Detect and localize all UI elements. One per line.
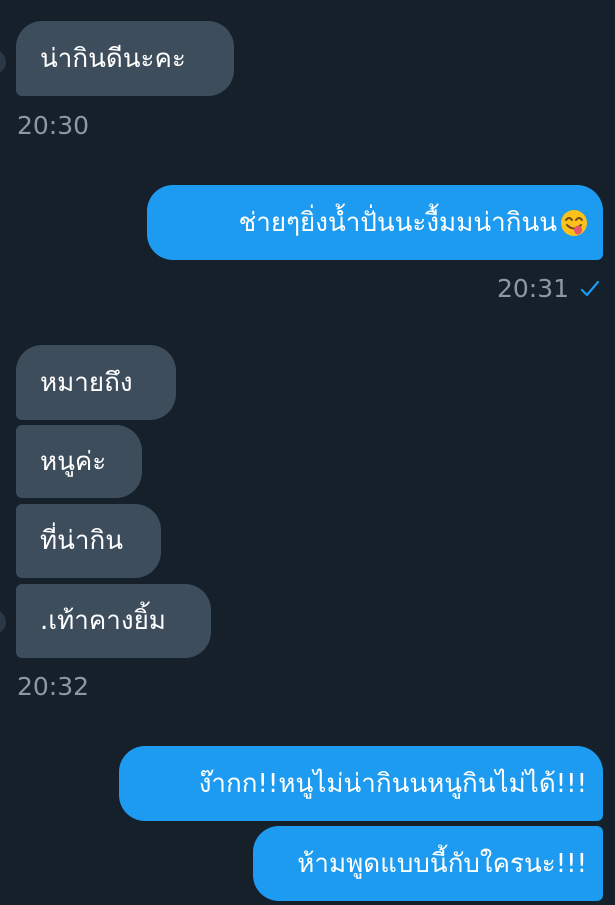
message-timestamp: 20:32 [17,672,90,701]
message-text: ช่ายๆยิ่งน้ำปั่นนะงื้มมน่ากินน [238,207,557,238]
message-text: หมายถึง [40,367,133,398]
message-text: หนูค่ะ [40,446,107,477]
message-text: น่ากินดีนะคะ [40,43,186,74]
incoming-message[interactable]: น่ากินดีนะคะ [16,21,234,96]
incoming-message[interactable]: หมายถึง [16,345,176,420]
outgoing-message[interactable]: ง๊ากก!!หนูไม่น่ากินนหนูกินไม่ได้!!! [119,746,603,821]
message-timestamp: 20:30 [17,111,90,140]
check-icon [580,280,600,297]
message-timestamp: 20:31 [497,274,570,303]
face-savoring-food-icon [561,209,587,236]
outgoing-message[interactable]: ช่ายๆยิ่งน้ำปั่นนะงื้มมน่ากินน [147,185,603,260]
incoming-message[interactable]: หนูค่ะ [16,425,142,498]
message-text: ง๊ากก!!หนูไม่น่ากินนหนูกินไม่ได้!!! [198,768,587,799]
message-text: ที่น่ากิน [40,526,124,556]
message-text: .เท้าคางยิ้ม [40,606,166,636]
sender-avatar[interactable] [0,50,6,74]
chat-thread: น่ากินดีนะคะ 20:30 ช่ายๆยิ่งน้ำปั่นนะงื้… [0,0,615,905]
incoming-message[interactable]: ที่น่ากิน [16,504,161,578]
incoming-message[interactable]: .เท้าคางยิ้ม [16,584,211,658]
message-text: ห้ามพูดแบบนี้กับใครนะ!!! [297,848,587,879]
sender-avatar[interactable] [0,610,6,634]
outgoing-message[interactable]: ห้ามพูดแบบนี้กับใครนะ!!! [253,826,603,901]
